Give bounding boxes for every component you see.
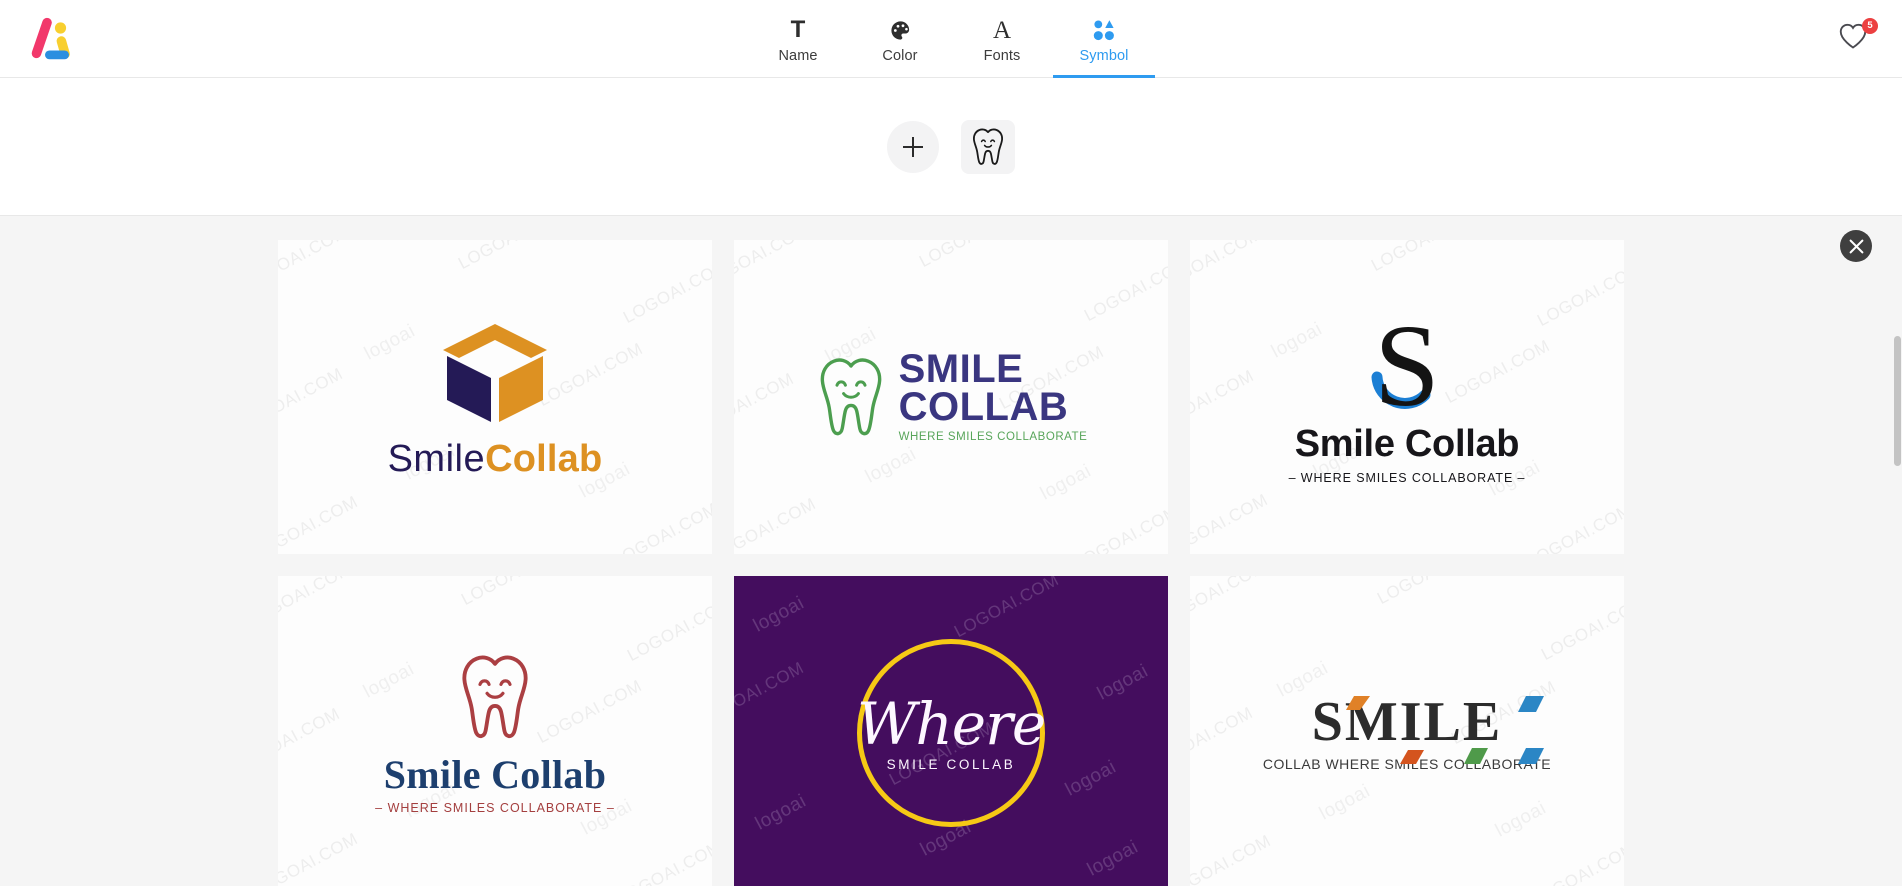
tab-fonts[interactable]: A Fonts: [951, 0, 1053, 78]
favorites-button[interactable]: 5: [1838, 17, 1878, 56]
svg-text:S: S: [1374, 309, 1440, 421]
results-scrollbar[interactable]: [1893, 216, 1902, 886]
logo-tagline: WHERE SMILES COLLABORATE: [898, 430, 1088, 443]
logo-name-text: SmileCollab: [388, 440, 603, 478]
logo-artwork: SMILE COLLAB WHERE SMILES COLLABORATE: [815, 347, 1088, 443]
cutout-letters-icon: [1345, 696, 1544, 764]
tab-color[interactable]: Color: [849, 0, 951, 78]
logo-name-text: Smile Collab: [1294, 423, 1520, 465]
text-T-icon: T: [790, 16, 806, 43]
palette-icon: [889, 17, 912, 43]
logo-name-part-2: Collab: [485, 438, 603, 480]
smiling-tooth-icon: [820, 358, 881, 436]
isometric-cube-icon: [442, 324, 547, 422]
scrollbar-thumb[interactable]: [1894, 336, 1901, 466]
close-results-button[interactable]: [1840, 230, 1872, 262]
tab-name[interactable]: T Name: [747, 0, 849, 78]
close-icon: [1849, 239, 1863, 253]
logo-artwork: SmileCollab: [388, 316, 603, 478]
logo-artwork: S Smile Collab – WHERE SMILES COLLABORAT…: [1289, 309, 1526, 485]
logo-card-cube[interactable]: LOGOAI.COM LOGOAI.COM LOGOAI.COM logoai …: [278, 240, 712, 554]
tab-fonts-label: Fonts: [983, 48, 1021, 64]
font-A-icon: A: [992, 16, 1012, 44]
selected-symbol-tooth[interactable]: [961, 119, 1015, 174]
logo-artwork: SMILE COLLAB WHERE SMILES COLLABORATE: [1263, 694, 1551, 772]
logo-card-letter-s[interactable]: LOGOAI.COM LOGOAI.COM LOGOAI.COM logoai …: [1190, 240, 1624, 554]
logo-card-smile-cutout[interactable]: LOGOAI.COM LOGOAI.COM LOGOAI.COM logoai …: [1190, 576, 1624, 886]
logo-card-tooth-red[interactable]: LOGOAI.COM LOGOAI.COM LOGOAI.COM logoai …: [278, 576, 712, 886]
tab-symbol-label: Symbol: [1079, 48, 1129, 64]
logo-name-part-2: SMILE COLLAB: [886, 756, 1016, 772]
logo-artwork: Where SMILE COLLAB: [856, 639, 1046, 827]
logo-name-part-2: COLLAB: [898, 385, 1069, 429]
logo-name-part-1: Where: [856, 689, 1046, 758]
tab-name-label: Name: [778, 48, 818, 64]
shapes-icon: [1092, 17, 1116, 43]
tab-color-label: Color: [882, 48, 918, 64]
letter-s-icon: S: [1371, 309, 1440, 421]
add-symbol-button[interactable]: [887, 120, 939, 173]
logo-artwork: Smile Collab – WHERE SMILES COLLABORATE …: [375, 651, 615, 815]
tab-symbol[interactable]: Symbol: [1053, 0, 1155, 78]
logo-results-panel: LOGOAI.COM LOGOAI.COM LOGOAI.COM logoai …: [0, 216, 1902, 886]
logo-name-part-1: SMILE: [898, 347, 1024, 392]
logo-card-where-circle[interactable]: logoai LOGOAI.COM LOGOAI.COM logoai LOGO…: [734, 576, 1168, 886]
symbol-picker-bar: [0, 78, 1902, 216]
favorites-badge: 5: [1862, 17, 1878, 34]
app-header: T Name Color A Fonts Symbol 5: [0, 0, 1902, 78]
plus-icon: [903, 136, 923, 157]
smiling-tooth-icon: [462, 655, 528, 739]
logo-card-tooth-green[interactable]: LOGOAI.COM LOGOAI.COM LOGOAI.COM logoai …: [734, 240, 1168, 554]
logo-name-part-1: Smile: [387, 438, 486, 480]
tooth-icon: [972, 128, 1004, 165]
logo-grid: LOGOAI.COM LOGOAI.COM LOGOAI.COM logoai …: [0, 238, 1902, 886]
logo-name-text: Smile Collab: [383, 752, 607, 797]
logo-tagline: – WHERE SMILES COLLABORATE –: [375, 801, 615, 815]
logo-tagline: – WHERE SMILES COLLABORATE –: [1288, 471, 1526, 485]
main-tab-nav: T Name Color A Fonts Symbol: [0, 0, 1902, 78]
